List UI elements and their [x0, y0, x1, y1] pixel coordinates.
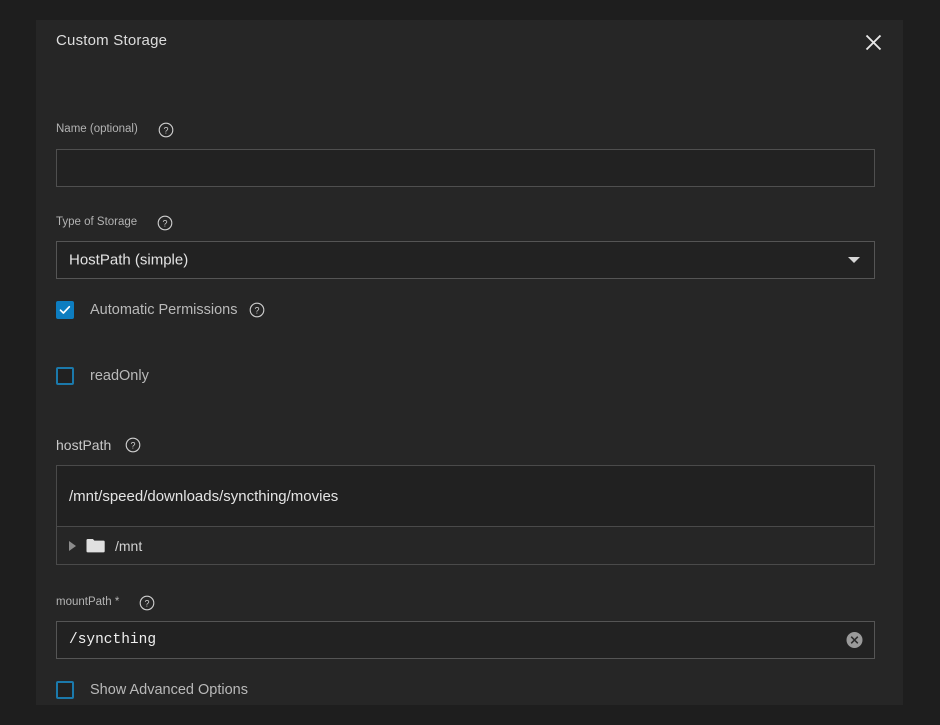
storage-type-select-wrap: HostPath (simple) [56, 241, 875, 279]
storage-type-label: Type of Storage ? [56, 215, 173, 231]
name-label: Name (optional) ? [56, 122, 174, 138]
check-icon [59, 304, 71, 316]
help-circle-icon[interactable]: ? [125, 437, 141, 453]
help-circle-icon[interactable]: ? [139, 595, 155, 611]
host-path-input[interactable]: /mnt/speed/downloads/syncthing/movies [57, 466, 874, 527]
show-advanced-options-row[interactable]: Show Advanced Options [56, 681, 248, 699]
mount-path-input[interactable] [56, 621, 875, 659]
storage-type-value: HostPath (simple) [69, 252, 188, 269]
automatic-permissions-checkbox[interactable] [56, 301, 74, 319]
close-button[interactable] [857, 26, 889, 58]
page-title: Custom Storage [56, 32, 167, 49]
read-only-checkbox[interactable] [56, 367, 74, 385]
svg-text:?: ? [131, 440, 136, 450]
host-path-tree-row[interactable]: /mnt [57, 527, 874, 564]
name-input[interactable] [56, 149, 875, 187]
dialog-header: Custom Storage [36, 20, 903, 68]
svg-text:?: ? [255, 305, 260, 315]
svg-text:?: ? [163, 218, 168, 228]
host-path-group: /mnt/speed/downloads/syncthing/movies /m… [56, 465, 875, 565]
mount-path-input-wrap [56, 621, 875, 659]
host-path-label: hostPath ? [56, 437, 141, 453]
show-advanced-options-checkbox[interactable] [56, 681, 74, 699]
name-input-wrap [56, 149, 875, 187]
custom-storage-dialog: Custom Storage Name (optional) ? Type of… [36, 20, 903, 705]
storage-type-select[interactable]: HostPath (simple) [56, 241, 875, 279]
mount-path-label: mountPath * ? [56, 595, 155, 611]
folder-icon [86, 538, 105, 553]
triangle-right-icon[interactable] [69, 541, 76, 551]
help-circle-icon[interactable]: ? [157, 215, 173, 231]
read-only-row[interactable]: readOnly [56, 367, 149, 385]
automatic-permissions-label: Automatic Permissions [90, 303, 237, 318]
host-path-group-wrap: /mnt/speed/downloads/syncthing/movies /m… [56, 465, 875, 565]
clear-icon [846, 632, 863, 649]
help-circle-icon[interactable]: ? [158, 122, 174, 138]
help-circle-icon[interactable]: ? [249, 302, 265, 318]
svg-text:?: ? [163, 125, 168, 135]
show-advanced-options-label: Show Advanced Options [90, 683, 248, 698]
read-only-label: readOnly [90, 369, 149, 384]
close-icon [864, 33, 883, 52]
svg-text:?: ? [145, 598, 150, 608]
chevron-down-icon[interactable] [848, 257, 860, 263]
automatic-permissions-row[interactable]: Automatic Permissions ? [56, 301, 265, 319]
mount-path-field [56, 621, 875, 659]
clear-circle-icon[interactable] [846, 632, 863, 649]
host-path-tree-label: /mnt [115, 539, 142, 553]
